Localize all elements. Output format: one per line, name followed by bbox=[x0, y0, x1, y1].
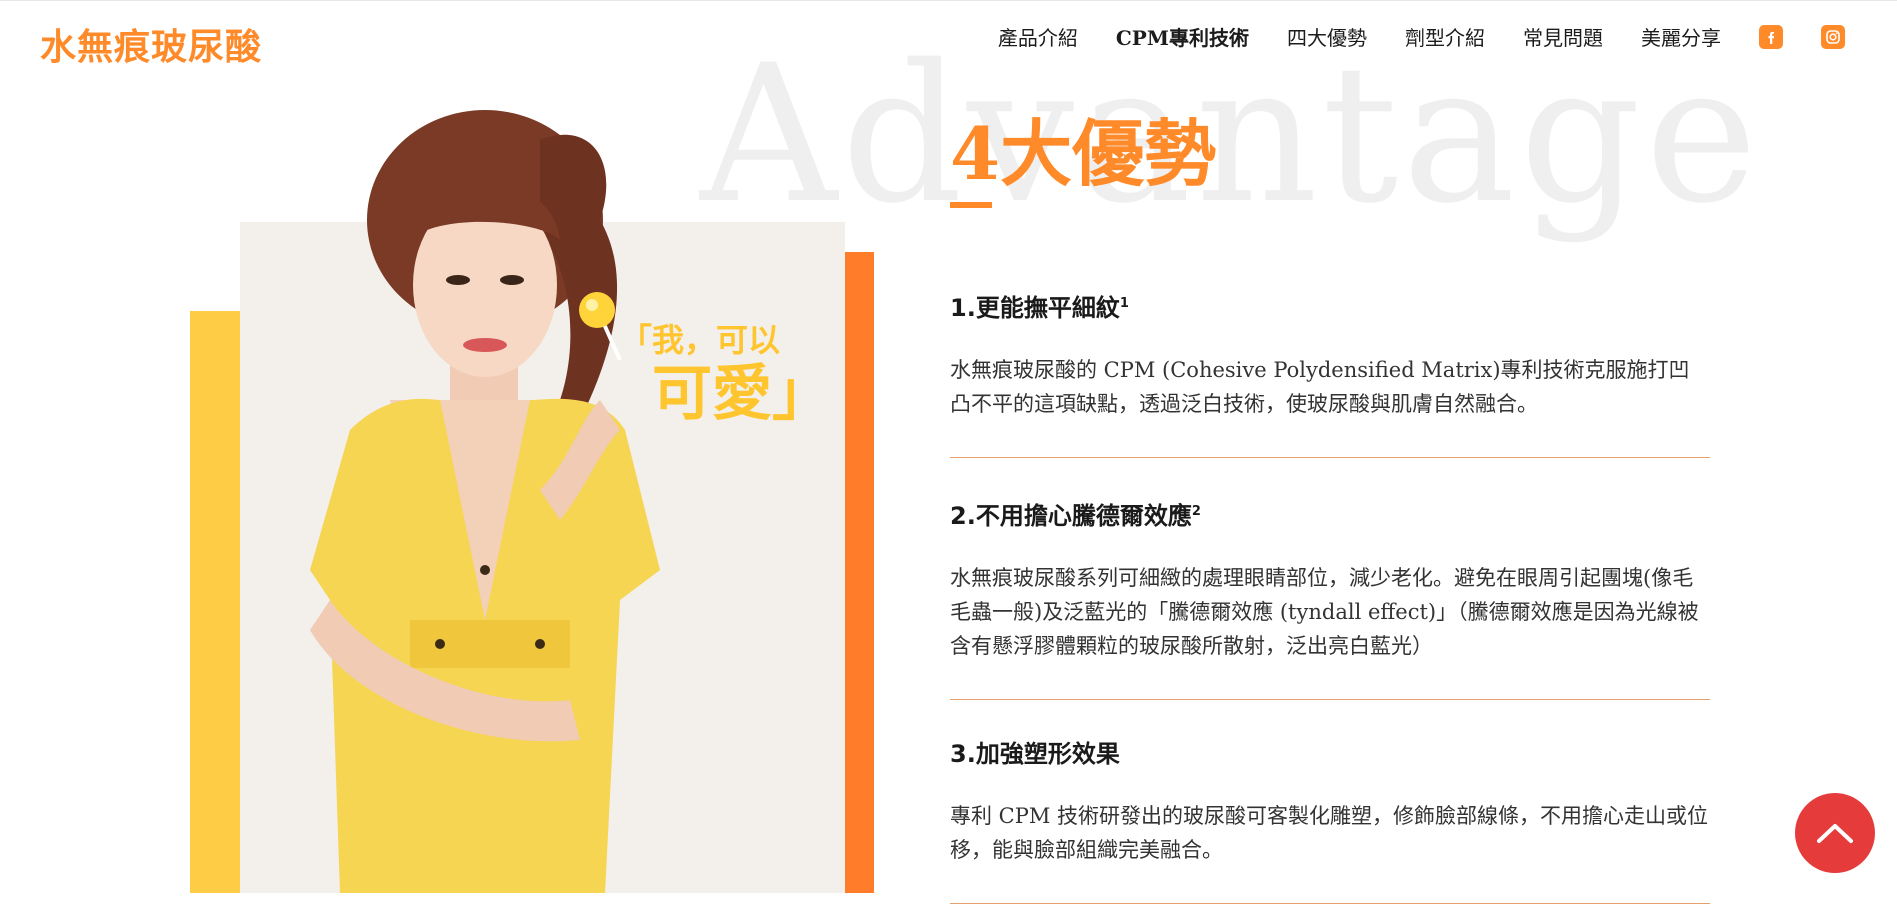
advantage-text: 水無痕玻尿酸的 CPM (Cohesive Polydensified Matr… bbox=[950, 358, 1690, 416]
back-to-top-button[interactable] bbox=[1795, 793, 1875, 873]
footnote-marker: 1 bbox=[1119, 296, 1129, 311]
advantages-content: 4大優勢 1.更能撫平細紋1 水無痕玻尿酸的 CPM (Cohesive Pol… bbox=[950, 118, 1710, 904]
quote-caption: 「我，可以 可愛」 bbox=[620, 315, 832, 427]
advantage-title: 2.不用擔心騰德爾效應2 bbox=[950, 496, 1710, 531]
advantage-title-text: 2.不用擔心騰德爾效應 bbox=[950, 502, 1192, 530]
advantage-title-text: 1.更能撫平細紋 bbox=[950, 294, 1120, 322]
advantage-text: 專利 CPM 技術研發出的玻尿酸可客製化雕塑，修飾臉部線條，不用擔心走山或位移，… bbox=[950, 804, 1709, 862]
advantage-item-1: 1.更能撫平細紋1 水無痕玻尿酸的 CPM (Cohesive Polydens… bbox=[950, 268, 1710, 458]
quote-line-1: 「我，可以 bbox=[620, 321, 781, 359]
advantage-title: 1.更能撫平細紋1 bbox=[950, 288, 1710, 323]
advantage-item-2: 2.不用擔心騰德爾效應2 水無痕玻尿酸系列可細緻的處理眼睛部位，減少老化。避免在… bbox=[950, 458, 1710, 700]
orange-accent-bar bbox=[845, 252, 874, 893]
advantage-title-text: 3.加強塑形效果 bbox=[950, 740, 1120, 768]
footnote-marker: 2 bbox=[1191, 504, 1201, 519]
instagram-icon[interactable] bbox=[1821, 24, 1845, 49]
heading-underline bbox=[950, 202, 992, 208]
chevron-up-icon bbox=[1817, 824, 1853, 843]
facebook-icon[interactable] bbox=[1759, 24, 1783, 49]
advantage-text: 水無痕玻尿酸系列可細緻的處理眼睛部位，減少老化。避免在眼周引起團塊(像毛毛蟲一般… bbox=[950, 566, 1699, 658]
section-heading: 4大優勢 bbox=[950, 111, 1217, 196]
top-border bbox=[0, 0, 1897, 1]
heading-block: 4大優勢 bbox=[950, 118, 1710, 268]
model-photo bbox=[240, 100, 845, 893]
quote-line-2: 可愛」 bbox=[652, 359, 832, 429]
advantage-item-3: 3.加強塑形效果 專利 CPM 技術研發出的玻尿酸可客製化雕塑，修飾臉部線條，不… bbox=[950, 700, 1710, 904]
advantage-title: 3.加強塑形效果 bbox=[950, 734, 1710, 769]
site-logo[interactable]: 水無痕玻尿酸 bbox=[40, 18, 262, 70]
yellow-accent-bar bbox=[190, 311, 240, 893]
